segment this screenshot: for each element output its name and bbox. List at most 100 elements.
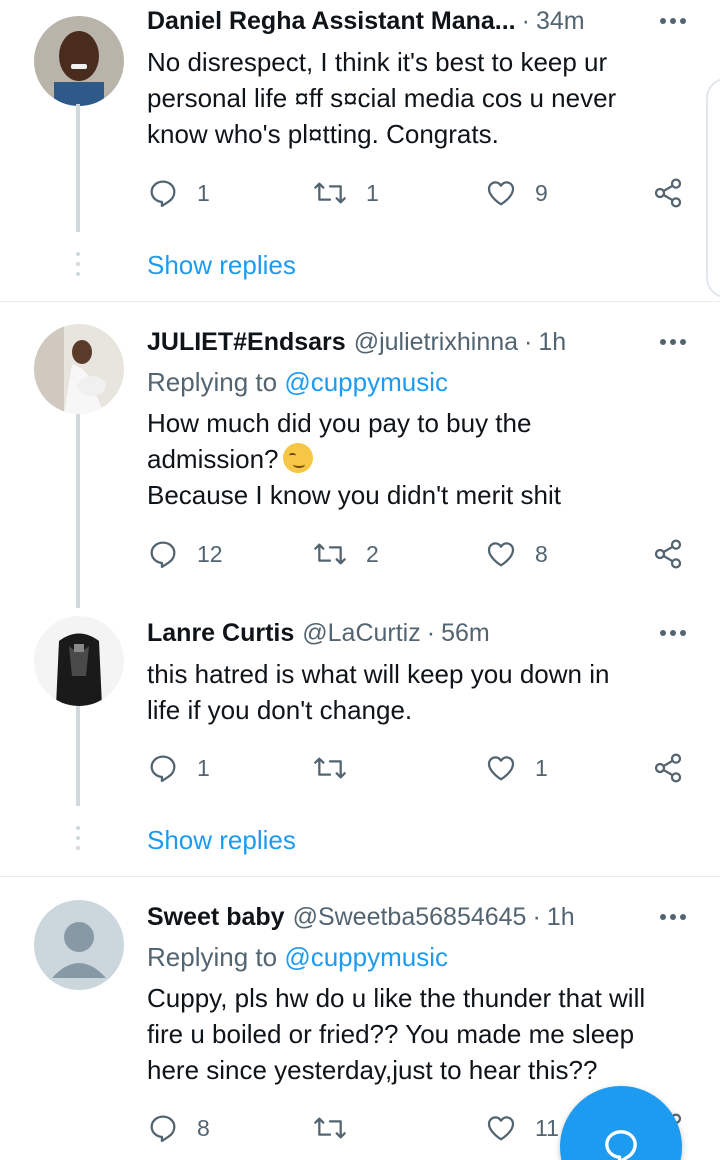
heart-icon — [487, 181, 515, 206]
tweet-text-line: Because I know you didn't merit shit — [147, 480, 561, 510]
replying-to-label: Replying to — [147, 367, 278, 397]
display-name[interactable]: Lanre Curtis — [147, 619, 294, 648]
show-replies-link[interactable]: Show replies — [147, 825, 296, 856]
avatar-photo-icon — [34, 616, 124, 706]
share-icon — [654, 539, 682, 569]
separator-dot: · — [524, 327, 533, 356]
retweet-button[interactable] — [312, 1108, 366, 1148]
like-count: 11 — [535, 1114, 559, 1141]
reply-count: 12 — [197, 540, 223, 567]
retweet-icon — [314, 543, 346, 565]
tweet-actions: 1 1 — [147, 748, 692, 788]
retweet-icon — [314, 757, 346, 779]
replying-to-label: Replying to — [147, 942, 278, 972]
replying-to: Replying to @cuppymusic — [147, 367, 448, 398]
share-button[interactable] — [652, 748, 684, 788]
retweet-button[interactable] — [312, 748, 366, 788]
reply-button[interactable]: 12 — [147, 534, 223, 574]
partial-card-edge — [706, 78, 720, 298]
tweet-text: Cuppy, pls hw do u like the thunder that… — [147, 980, 697, 1088]
reply-icon — [150, 541, 176, 569]
thread-line — [76, 414, 80, 608]
avatar[interactable] — [34, 900, 124, 990]
tweet-text-line: admission? — [147, 444, 279, 474]
tweet-text-line-with-emoji: admission? — [147, 441, 697, 477]
tweet-text-line: personal life ¤ff s¤cial media cos u nev… — [147, 83, 617, 113]
default-profile-icon — [34, 900, 124, 990]
tweet-text-line: How much did you pay to buy the — [147, 408, 532, 438]
tweet-text-line: here since yesterday,just to hear this?? — [147, 1055, 598, 1085]
reply-button[interactable]: 1 — [147, 173, 210, 213]
mention-link[interactable]: @cuppymusic — [284, 367, 448, 397]
reply-icon — [150, 1115, 176, 1143]
display-name[interactable]: Daniel Regha Assistant Mana... — [147, 7, 516, 36]
more-options-icon[interactable] — [656, 914, 690, 920]
retweet-count: 1 — [366, 179, 379, 206]
replying-to: Replying to @cuppymusic — [147, 942, 448, 973]
timestamp[interactable]: 34m — [536, 7, 585, 36]
tweet-text-line: life if you don't change. — [147, 695, 413, 725]
heart-icon — [487, 542, 515, 567]
more-options-icon[interactable] — [656, 339, 690, 345]
separator-dot: · — [521, 6, 530, 35]
retweet-button[interactable]: 1 — [312, 173, 379, 213]
reply-count: 1 — [197, 179, 210, 206]
tweet-text: How much did you pay to buy the admissio… — [147, 405, 697, 513]
tweet-text-line: this hatred is what will keep you down i… — [147, 659, 610, 689]
like-button[interactable]: 8 — [485, 534, 548, 574]
display-name[interactable]: Sweet baby — [147, 903, 285, 932]
like-count: 8 — [535, 540, 548, 567]
retweet-icon — [314, 182, 346, 204]
user-handle[interactable]: @Sweetba56854645 — [293, 903, 527, 932]
avatar[interactable] — [34, 16, 124, 106]
separator-dot: · — [426, 618, 436, 647]
user-handle[interactable]: @julietrixhinna — [354, 328, 518, 357]
avatar[interactable] — [34, 616, 124, 706]
reply-count: 8 — [197, 1114, 210, 1141]
thread-line — [76, 706, 80, 806]
like-count: 1 — [535, 754, 548, 781]
divider — [0, 301, 720, 302]
reply-button[interactable]: 1 — [147, 748, 210, 788]
heart-icon — [487, 1116, 515, 1141]
timestamp[interactable]: 56m — [441, 619, 490, 648]
retweet-icon — [314, 1117, 346, 1139]
share-button[interactable] — [652, 173, 684, 213]
tweet-text: No disrespect, I think it's best to keep… — [147, 44, 697, 152]
heart-icon — [487, 756, 515, 781]
more-options-icon[interactable] — [656, 18, 690, 24]
tweet-header: Sweet baby @Sweetba56854645 · 1h — [147, 900, 690, 934]
compose-reply-button[interactable] — [560, 1086, 682, 1160]
divider — [0, 876, 720, 877]
show-replies-link[interactable]: Show replies — [147, 250, 296, 281]
reply-icon — [150, 755, 176, 783]
thread-gap-dots — [76, 252, 80, 282]
reply-button[interactable]: 8 — [147, 1108, 210, 1148]
avatar-photo-icon — [34, 324, 124, 414]
retweet-count: 2 — [366, 540, 379, 567]
mention-link[interactable]: @cuppymusic — [284, 942, 448, 972]
tweet-header: Lanre Curtis @LaCurtiz · 56m — [147, 616, 690, 650]
like-button[interactable]: 9 — [485, 173, 548, 213]
smirking-face-emoji — [282, 443, 313, 473]
tweet-text-line: fire u boiled or fried?? You made me sle… — [147, 1019, 635, 1049]
timestamp[interactable]: 1h — [547, 903, 575, 932]
share-button[interactable] — [652, 534, 684, 574]
like-button[interactable]: 1 — [485, 748, 548, 788]
like-count: 9 — [535, 179, 548, 206]
more-options-icon[interactable] — [656, 630, 690, 636]
avatar[interactable] — [34, 324, 124, 414]
separator-dot: · — [532, 902, 541, 931]
timestamp[interactable]: 1h — [538, 328, 566, 357]
retweet-button[interactable]: 2 — [312, 534, 379, 574]
thread-line — [76, 104, 80, 232]
user-handle[interactable]: @LaCurtiz — [302, 619, 420, 648]
share-icon — [654, 178, 682, 208]
display-name[interactable]: JULIET#Endsars — [147, 328, 346, 357]
reply-count: 1 — [197, 754, 210, 781]
share-icon — [654, 753, 682, 783]
like-button[interactable]: 11 — [485, 1108, 559, 1148]
tweet-text-line: know who's pl¤tting. Congrats. — [147, 119, 499, 149]
compose-reply-icon — [605, 1130, 637, 1160]
avatar-photo-icon — [34, 16, 124, 106]
